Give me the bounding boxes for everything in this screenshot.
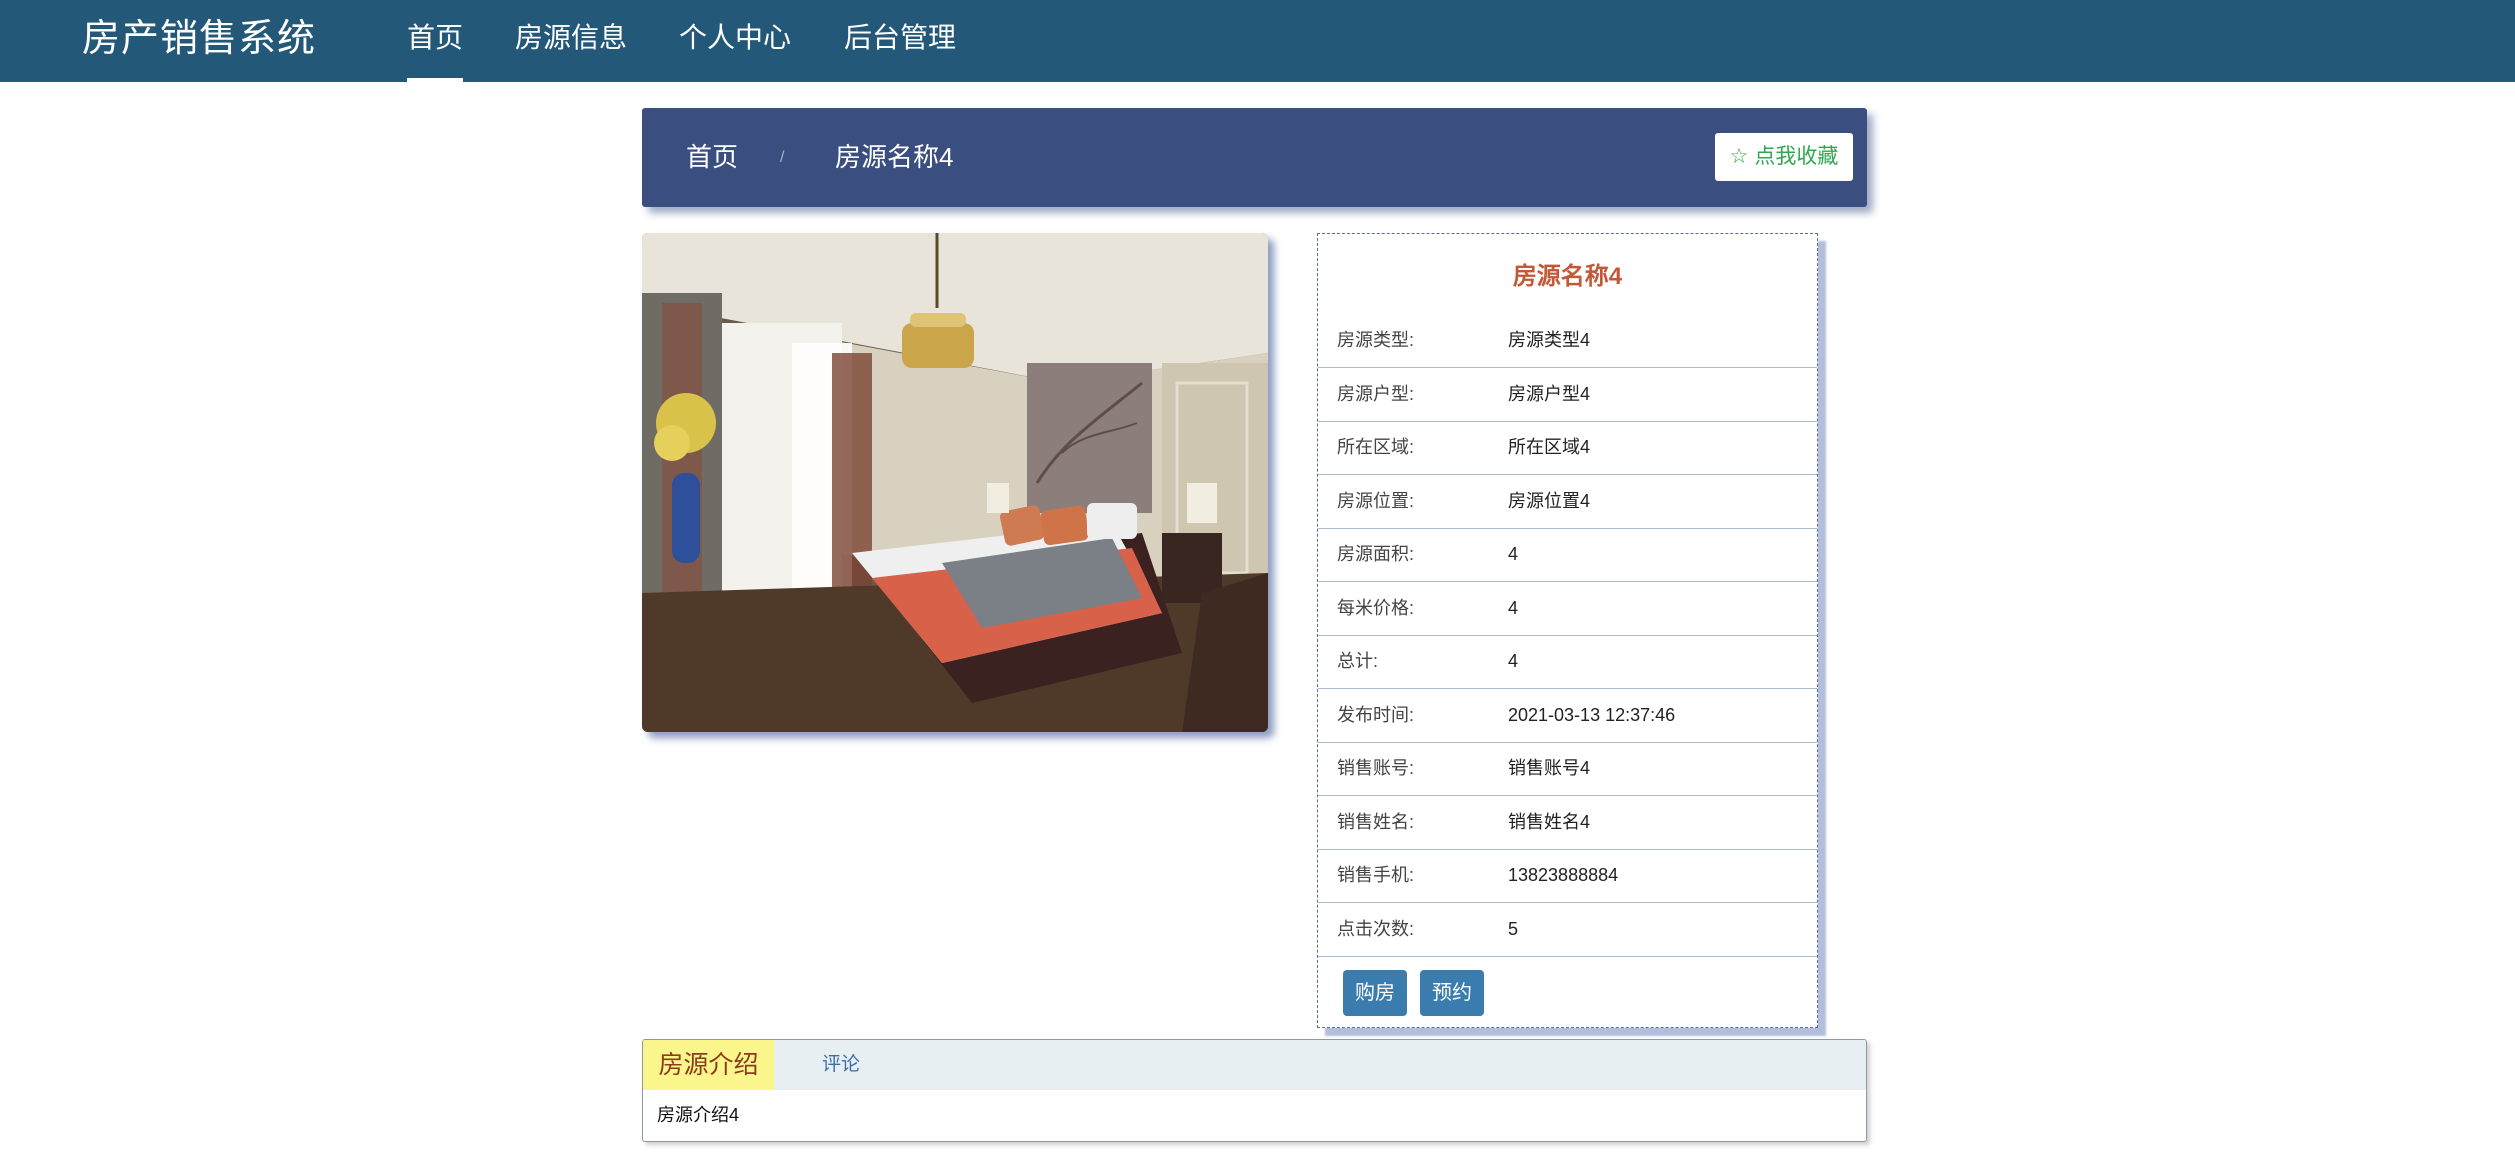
detail-label: 总计: (1337, 651, 1379, 671)
detail-row-layout: 房源户型: 房源户型4 (1318, 368, 1817, 422)
detail-label: 点击次数: (1337, 919, 1415, 939)
detail-label: 销售姓名: (1337, 812, 1415, 832)
detail-value: 4 (1508, 544, 1519, 564)
property-tabs: 房源介绍 评论 房源介绍4 (642, 1039, 1867, 1142)
tab-comments[interactable]: 评论 (822, 1040, 860, 1090)
tab-content-text: 房源介绍4 (657, 1105, 740, 1125)
detail-row-sales-account: 销售账号: 销售账号4 (1318, 742, 1817, 796)
detail-row-location: 房源位置: 房源位置4 (1318, 475, 1817, 529)
nav-personal-center[interactable]: 个人中心 (679, 0, 791, 82)
site-brand[interactable]: 房产销售系统 (82, 0, 316, 82)
breadcrumb-home[interactable]: 首页 (686, 108, 738, 207)
nav-admin[interactable]: 后台管理 (844, 0, 956, 82)
detail-row-district: 所在区域: 所在区域4 (1318, 421, 1817, 475)
detail-row-publish-time: 发布时间: 2021-03-13 12:37:46 (1318, 689, 1817, 743)
detail-row-area: 房源面积: 4 (1318, 528, 1817, 582)
detail-value: 销售姓名4 (1508, 812, 1591, 832)
detail-row-click-count: 点击次数: 5 (1318, 903, 1817, 957)
detail-label: 发布时间: (1337, 705, 1415, 725)
detail-value: 4 (1508, 651, 1519, 671)
detail-row-price-per-meter: 每米价格: 4 (1318, 582, 1817, 636)
buy-button[interactable]: 购房 (1343, 970, 1407, 1016)
detail-value: 销售账号4 (1508, 758, 1591, 778)
detail-value: 13823888884 (1508, 865, 1619, 885)
detail-value: 房源类型4 (1508, 330, 1591, 350)
detail-value: 4 (1508, 598, 1519, 618)
favorite-button[interactable]: ☆ 点我收藏 (1715, 133, 1853, 181)
detail-row-type: 房源类型: 房源类型4 (1318, 314, 1817, 368)
tab-header: 房源介绍 评论 (643, 1040, 1866, 1090)
detail-row-sales-name: 销售姓名: 销售姓名4 (1318, 796, 1817, 850)
tab-introduction[interactable]: 房源介绍 (643, 1040, 774, 1090)
detail-value: 房源位置4 (1508, 491, 1591, 511)
detail-row-sales-phone: 销售手机: 13823888884 (1318, 849, 1817, 903)
detail-label: 房源户型: (1337, 384, 1415, 404)
detail-label: 销售手机: (1337, 865, 1415, 885)
breadcrumb-separator: / (780, 149, 785, 166)
detail-row-total: 总计: 4 (1318, 635, 1817, 689)
detail-label: 房源类型: (1337, 330, 1415, 350)
reserve-button[interactable]: 预约 (1420, 970, 1484, 1016)
detail-value: 房源户型4 (1508, 384, 1591, 404)
bedroom-image (642, 233, 1268, 732)
detail-value: 所在区域4 (1508, 437, 1591, 457)
breadcrumb-current: 房源名称4 (835, 142, 954, 172)
detail-label: 所在区域: (1337, 437, 1415, 457)
detail-label: 每米价格: (1337, 598, 1415, 618)
nav-home[interactable]: 首页 (407, 0, 464, 82)
detail-label: 房源面积: (1337, 544, 1415, 564)
property-details-card: 房源名称4 房源类型: 房源类型4 房源户型: 房源户型4 所在区域: 所在区域… (1317, 233, 1818, 1028)
breadcrumb: 首页 / 房源名称4 ☆ 点我收藏 (642, 108, 1867, 207)
detail-label: 销售账号: (1337, 758, 1415, 778)
property-title: 房源名称4 (1512, 263, 1623, 290)
property-photo (642, 233, 1268, 732)
top-navbar: 房产销售系统 首页 房源信息 个人中心 后台管理 (0, 0, 2515, 82)
detail-value: 5 (1508, 919, 1519, 939)
detail-value: 2021-03-13 12:37:46 (1508, 705, 1676, 725)
detail-label: 房源位置: (1337, 491, 1415, 511)
nav-listings[interactable]: 房源信息 (515, 0, 627, 82)
